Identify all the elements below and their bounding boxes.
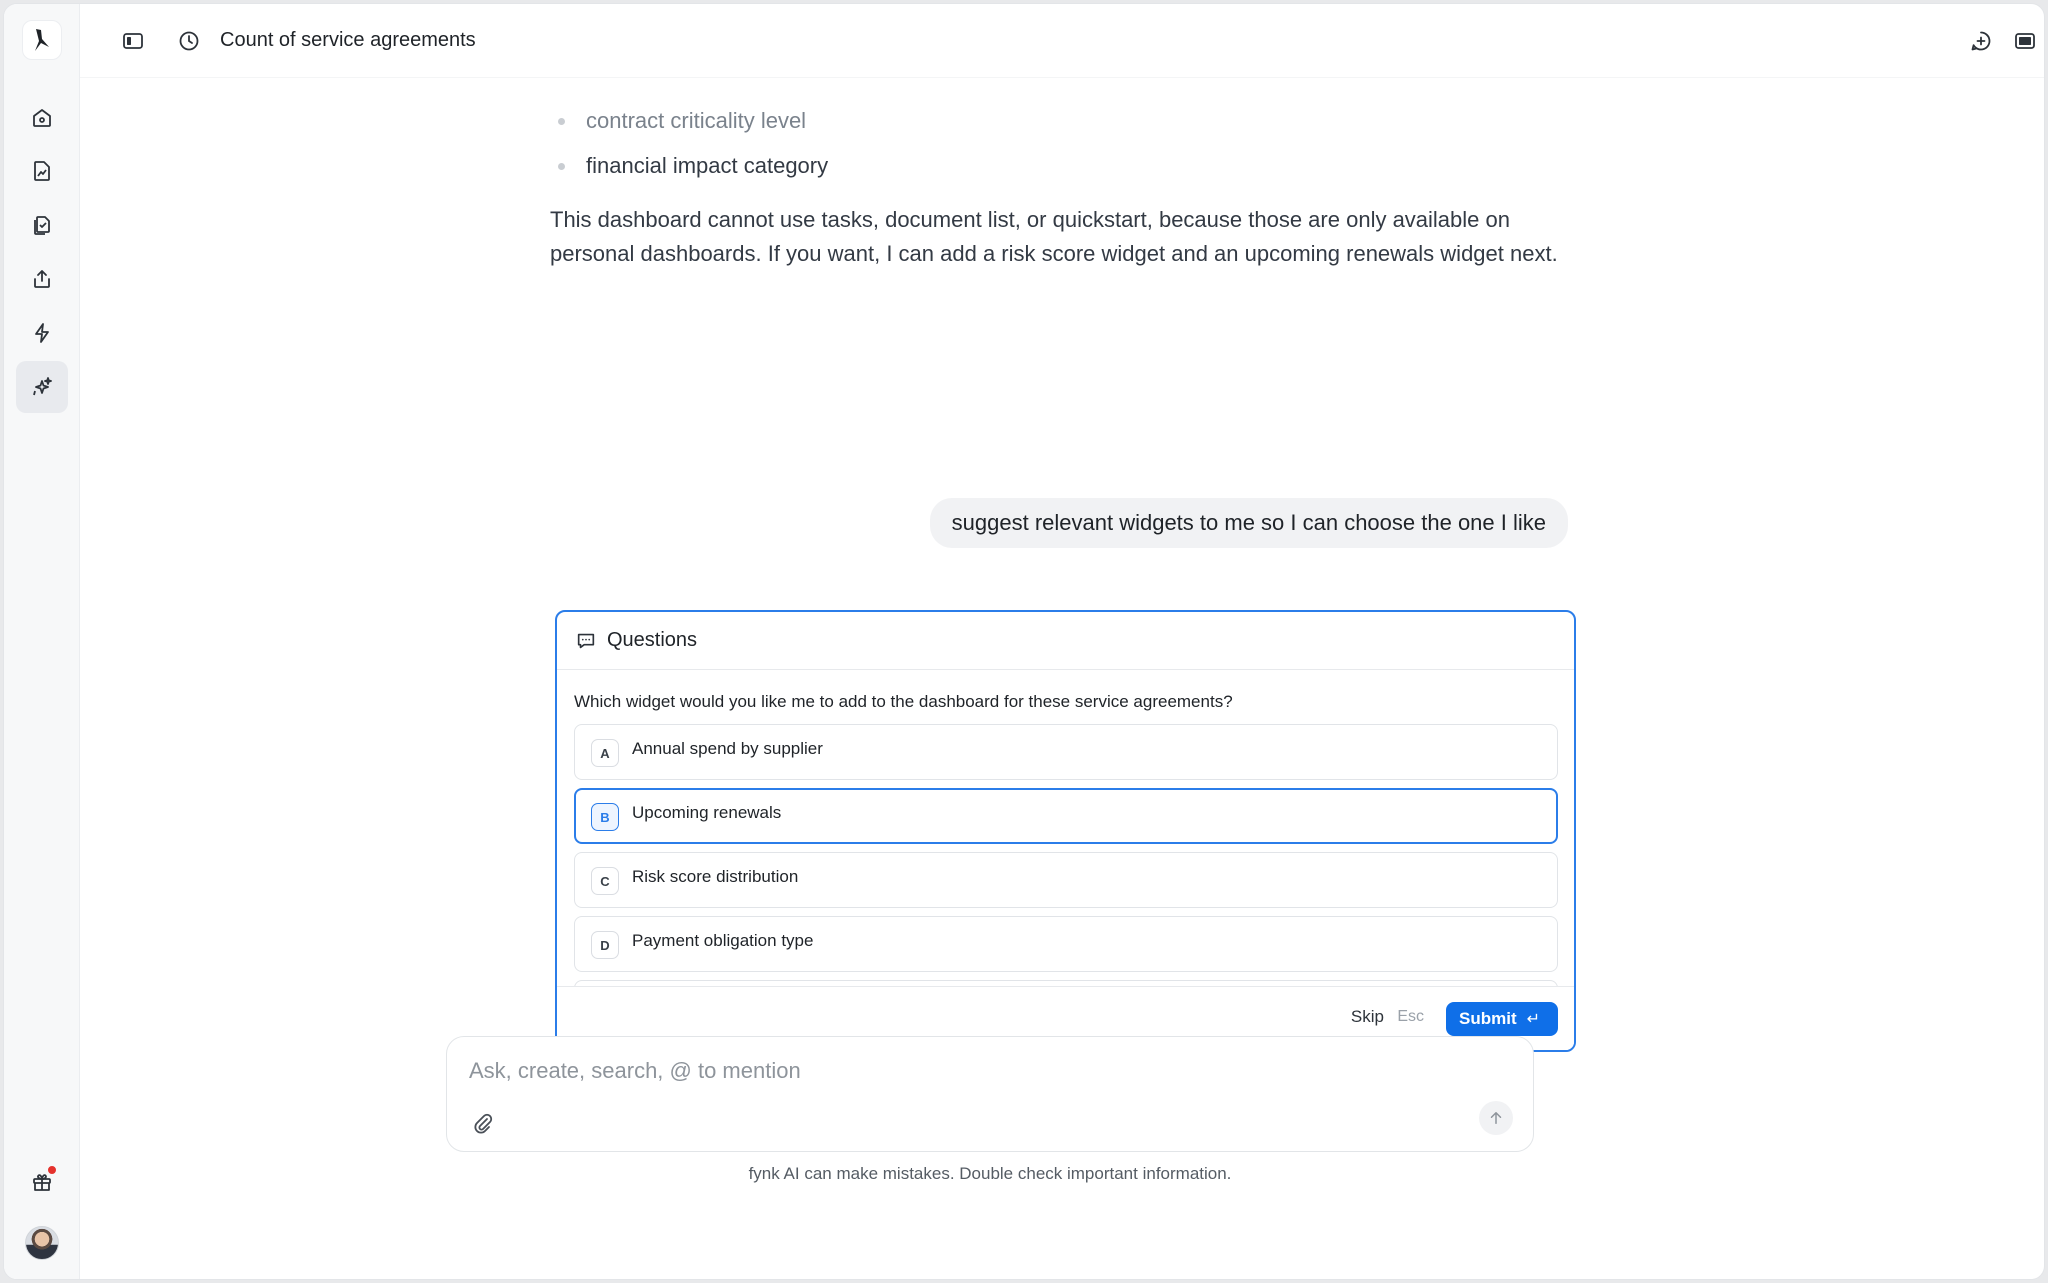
chat-plus-icon (1971, 31, 1991, 51)
user-message-bubble: suggest relevant widgets to me so I can … (929, 498, 1568, 548)
sidebar-toggle-icon (123, 33, 143, 49)
skip-button[interactable]: Skip (1351, 1007, 1384, 1027)
message-composer (446, 1036, 1534, 1152)
arrow-up-icon (1490, 1112, 1502, 1124)
sidebar-item-ai[interactable] (16, 361, 68, 413)
sparkles-icon (33, 377, 52, 396)
fynk-logo[interactable] (22, 20, 62, 60)
sidebar-item-upload[interactable] (16, 253, 68, 305)
top-bar: Count of service agreements (80, 4, 2044, 78)
message-input[interactable] (469, 1055, 1369, 1087)
list-item: financial impact category (550, 143, 828, 188)
sidebar-item-home[interactable] (16, 92, 68, 144)
option-label: Payment obligation type (632, 931, 814, 950)
option-label: Annual spend by supplier (632, 739, 823, 758)
questions-header: Questions (557, 612, 1574, 670)
notification-dot (46, 1164, 58, 1176)
page-title: Count of service agreements (220, 29, 476, 51)
option-b[interactable]: B Upcoming renewals (574, 788, 1558, 844)
lightning-icon (35, 323, 49, 343)
upload-icon (34, 270, 50, 288)
clock-icon (179, 31, 199, 51)
questions-card: Questions Which widget would you like me… (555, 610, 1576, 1052)
enter-key-icon: ↵ (1526, 1011, 1541, 1028)
question-text: Which widget would you like me to add to… (574, 692, 1233, 711)
submit-button[interactable]: Submit ↵ (1446, 1002, 1558, 1036)
paperclip-icon[interactable] (471, 1111, 495, 1135)
sidebar-item-automations[interactable] (16, 307, 68, 359)
option-d[interactable]: D Payment obligation type (574, 916, 1558, 972)
option-key: D (591, 931, 619, 959)
option-a[interactable]: A Annual spend by supplier (574, 724, 1558, 780)
history-button[interactable] (174, 26, 204, 56)
new-chat-button[interactable] (1966, 26, 1996, 56)
option-label: Risk score distribution (632, 867, 799, 886)
questions-title: Questions (607, 629, 698, 651)
option-c[interactable]: C Risk score distribution (574, 852, 1558, 908)
option-key: B (591, 803, 619, 831)
assistant-message: This dashboard cannot use tasks, documen… (550, 207, 1558, 266)
app-window: Count of service agreements contract cri… (3, 3, 2045, 1280)
home-icon (33, 109, 51, 127)
sidebar-item-gifts[interactable] (16, 1156, 68, 1208)
toggle-panel-button[interactable] (2010, 26, 2040, 56)
panel-icon (2015, 33, 2035, 49)
skip-shortcut: Esc (1397, 1008, 1424, 1025)
submit-label: Submit (1459, 1009, 1517, 1028)
toggle-sidebar-button[interactable] (118, 26, 148, 56)
user-avatar[interactable] (25, 1226, 59, 1260)
option-key: A (591, 739, 619, 767)
sidebar (4, 4, 80, 1279)
sidebar-item-reports[interactable] (16, 145, 68, 197)
documents-icon (34, 216, 50, 235)
document-chart-icon (34, 161, 50, 181)
option-label: Upcoming renewals (632, 803, 782, 822)
sidebar-item-documents[interactable] (16, 199, 68, 251)
ai-disclaimer: fynk AI can make mistakes. Double check … (748, 1164, 1232, 1183)
options-list: A Annual spend by supplier B Upcoming re… (574, 724, 1558, 986)
bird-logo-icon (35, 29, 49, 51)
list-item: contract criticality level (550, 98, 828, 143)
option-key: C (591, 867, 619, 895)
assistant-bullet-list: contract criticality level financial imp… (550, 98, 828, 188)
send-button[interactable] (1479, 1101, 1513, 1135)
chat-bubble-icon (577, 633, 595, 648)
